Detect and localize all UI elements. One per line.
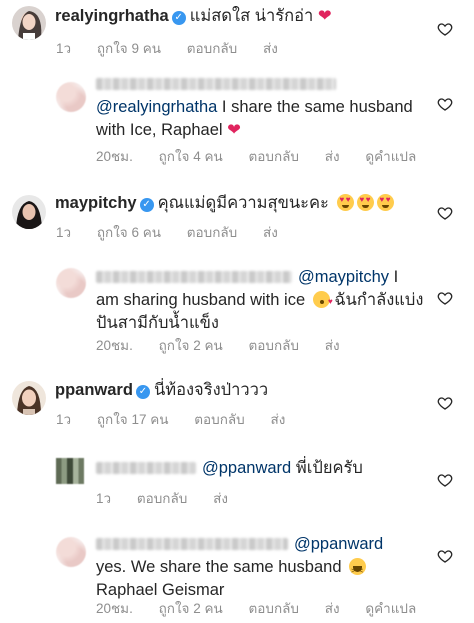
reply-button[interactable]: ตอบกลับ <box>187 225 237 240</box>
heart-eyes-emoji-icon <box>336 194 354 211</box>
timestamp: 1ว <box>56 41 72 56</box>
likes-count[interactable]: ถูกใจ 4 คน <box>159 149 223 164</box>
avatar[interactable] <box>12 6 46 40</box>
grinning-squinting-emoji-icon <box>349 558 367 583</box>
comment-text-line2: with Ice, Raphael <box>96 121 223 139</box>
timestamp: 1ว <box>96 491 112 506</box>
reply-button[interactable]: ตอบกลับ <box>194 412 244 427</box>
likes-count[interactable]: ถูกใจ 2 คน <box>159 601 223 616</box>
blurred-username <box>96 78 336 90</box>
heart-eyes-emoji-icon <box>356 194 374 211</box>
comment-text-line2: yes. We share the same husband <box>96 558 342 576</box>
reply-button[interactable]: ตอบกลับ <box>249 338 299 353</box>
heart-outline-icon[interactable] <box>437 395 453 411</box>
username[interactable]: ppanward <box>55 381 133 399</box>
see-translation-button[interactable]: ดูคำแปล <box>365 601 416 616</box>
comment-text: นี่ท้องจริงป่าววว <box>153 381 269 399</box>
avatar[interactable] <box>12 381 46 415</box>
heart-outline-icon[interactable] <box>437 290 453 306</box>
see-translation-button[interactable]: ดูคำแปล <box>365 149 416 164</box>
comment-text-thai: ฉันกำลังแบ่ง <box>334 291 424 309</box>
send-button[interactable]: ส่ง <box>271 412 286 427</box>
mention-link[interactable]: @maypitchy <box>298 268 389 286</box>
heart-outline-icon[interactable] <box>437 472 453 488</box>
heart-outline-icon[interactable] <box>437 548 453 564</box>
heart-outline-icon[interactable] <box>437 205 453 221</box>
comment-text-line3: ปันสามีกับน้ำแข็ง <box>96 314 219 332</box>
blurred-username <box>96 271 292 283</box>
mention-link[interactable]: @ppanward <box>294 535 383 553</box>
heart-eyes-emoji-icon <box>376 194 394 211</box>
avatar[interactable] <box>12 195 46 229</box>
likes-count[interactable]: ถูกใจ 17 คน <box>97 412 169 427</box>
likes-count[interactable]: ถูกใจ 2 คน <box>159 338 223 353</box>
comment-text: คุณแม่ดูมีความสุขนะคะ <box>157 194 329 212</box>
likes-count[interactable]: ถูกใจ 6 คน <box>97 225 161 240</box>
timestamp: 20ชม. <box>96 601 133 616</box>
avatar[interactable] <box>56 537 86 567</box>
comment-text: แม่สดใส น่ารักอ่า <box>189 7 314 25</box>
blowing-kiss-emoji-icon <box>312 290 333 313</box>
send-button[interactable]: ส่ง <box>263 225 278 240</box>
likes-count[interactable]: ถูกใจ 9 คน <box>97 41 161 56</box>
timestamp: 1ว <box>56 225 72 240</box>
verified-badge-icon: ✓ <box>171 11 186 25</box>
avatar[interactable] <box>56 82 86 112</box>
heart-outline-icon[interactable] <box>437 96 453 112</box>
send-button[interactable]: ส่ง <box>213 491 228 506</box>
timestamp: 1ว <box>56 412 72 427</box>
send-button[interactable]: ส่ง <box>325 149 340 164</box>
avatar[interactable] <box>56 458 84 484</box>
mention-link[interactable]: @ppanward <box>202 459 291 477</box>
red-heart-emoji-icon: ❤ <box>227 121 241 139</box>
comment-text-line2: am sharing husband with ice <box>96 291 306 309</box>
avatar[interactable] <box>56 268 86 298</box>
comment-text: I <box>393 268 399 286</box>
reply-button[interactable]: ตอบกลับ <box>249 601 299 616</box>
verified-badge-icon: ✓ <box>139 198 154 212</box>
username[interactable]: maypitchy <box>55 194 137 212</box>
mention-link[interactable]: @realyingrhatha <box>96 98 217 116</box>
reply-button[interactable]: ตอบกลับ <box>249 149 299 164</box>
blurred-username <box>96 462 196 474</box>
timestamp: 20ชม. <box>96 338 133 353</box>
send-button[interactable]: ส่ง <box>263 41 278 56</box>
comment-text: I share the same husband <box>221 98 413 116</box>
username[interactable]: realyingrhatha <box>55 7 169 25</box>
reply-button[interactable]: ตอบกลับ <box>137 491 187 506</box>
reply-button[interactable]: ตอบกลับ <box>187 41 237 56</box>
red-heart-emoji-icon: ❤ <box>317 7 332 25</box>
heart-outline-icon[interactable] <box>437 21 453 37</box>
blurred-username <box>96 538 288 550</box>
timestamp: 20ชม. <box>96 149 133 164</box>
comment-text: พี่เป้ยครับ <box>295 459 363 477</box>
send-button[interactable]: ส่ง <box>325 338 340 353</box>
send-button[interactable]: ส่ง <box>325 601 340 616</box>
verified-badge-icon: ✓ <box>135 385 150 399</box>
